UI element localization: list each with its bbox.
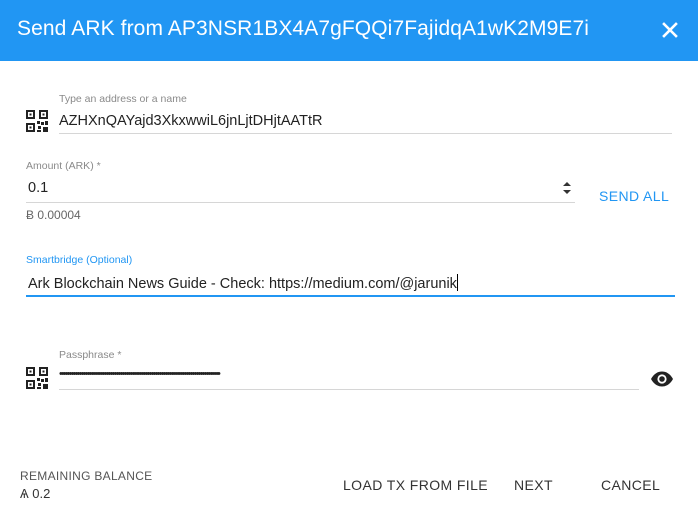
close-button[interactable] (656, 16, 684, 44)
passphrase-label: Passphrase * (59, 349, 122, 361)
amount-underline (26, 202, 575, 203)
remaining-balance-label: REMAINING BALANCE (20, 469, 153, 483)
passphrase-qr-button[interactable] (26, 367, 48, 389)
passphrase-input[interactable]: ••••••••••••••••••••••••••••••••••••••••… (59, 368, 221, 380)
fee-text: Ƀ 0.00004 (26, 208, 81, 222)
send-ark-dialog: Send ARK from AP3NSR1BX4A7gFQQi7FajidqA1… (0, 0, 698, 509)
close-icon (662, 22, 678, 38)
smartbridge-label: Smartbridge (Optional) (26, 254, 133, 266)
amount-stepper[interactable] (561, 180, 573, 196)
passphrase-underline (59, 389, 639, 390)
amount-label: Amount (ARK) * (26, 160, 101, 172)
amount-input[interactable]: 0.1 (28, 180, 48, 196)
address-input[interactable]: AZHXnQAYajd3XkxwwiL6jnLjtDHjtAATtR (59, 113, 323, 129)
qr-code-icon (26, 110, 48, 132)
next-button[interactable]: NEXT (514, 477, 553, 493)
smartbridge-input[interactable]: Ark Blockchain News Guide - Check: https… (28, 274, 458, 292)
address-label: Type an address or a name (59, 93, 187, 105)
load-tx-button[interactable]: LOAD TX FROM FILE (343, 477, 488, 493)
address-qr-button[interactable] (26, 110, 48, 132)
toggle-visibility-button[interactable] (650, 371, 674, 387)
qr-code-icon (26, 367, 48, 389)
send-all-button[interactable]: SEND ALL (599, 188, 669, 204)
address-underline (59, 133, 672, 134)
spinner-arrows-icon (563, 182, 571, 194)
dialog-header: Send ARK from AP3NSR1BX4A7gFQQi7FajidqA1… (0, 0, 698, 61)
dialog-title: Send ARK from AP3NSR1BX4A7gFQQi7FajidqA1… (17, 17, 590, 40)
eye-icon (651, 371, 673, 387)
text-caret (456, 274, 458, 291)
smartbridge-text: Ark Blockchain News Guide - Check: https… (28, 276, 457, 292)
remaining-balance-value: Ѧ 0.2 (20, 486, 51, 501)
cancel-button[interactable]: CANCEL (601, 477, 660, 493)
smartbridge-underline (26, 295, 675, 297)
